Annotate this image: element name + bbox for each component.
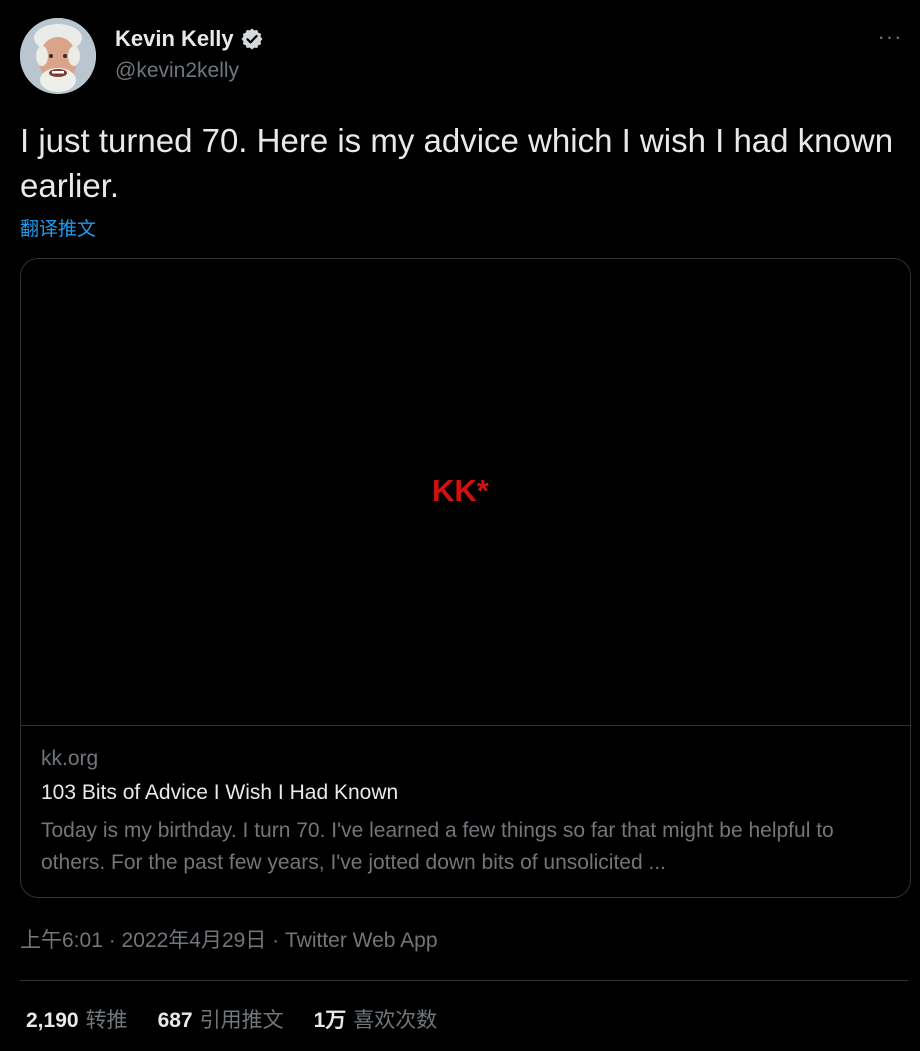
retweets-count: 2,190 (26, 1009, 79, 1032)
verified-badge-icon (241, 28, 263, 50)
more-horizontal-icon[interactable]: ··· (872, 24, 908, 50)
display-name[interactable]: Kevin Kelly (115, 26, 234, 52)
retweets-label: 转推 (85, 1009, 128, 1032)
avatar[interactable] (20, 18, 96, 94)
link-preview-card[interactable]: KK* kk.org 103 Bits of Advice I Wish I H… (20, 258, 911, 898)
translate-tweet-link[interactable]: 翻译推文 (20, 214, 96, 241)
tweet-header: Kevin Kelly @kevin2kelly ··· (20, 18, 908, 96)
tweet-date[interactable]: 2022年4月29日 (122, 929, 267, 952)
card-domain: kk.org (41, 747, 99, 770)
quote-tweets-stat[interactable]: 687 引用推文 (158, 1004, 284, 1034)
card-title: 103 Bits of Advice I Wish I Had Known (41, 781, 399, 804)
meta-separator: · (102, 929, 122, 952)
quote-tweets-count: 687 (157, 1009, 193, 1032)
engagement-stats: 2,190 转推 687 引用推文 1万 喜欢次数 (26, 1004, 467, 1034)
avatar-image (20, 18, 96, 94)
tweet-source[interactable]: Twitter Web App (285, 929, 438, 952)
name-row: Kevin Kelly (115, 26, 264, 52)
likes-label: 喜欢次数 (353, 1009, 438, 1032)
card-description: Today is my birthday. I turn 70. I've le… (41, 819, 834, 874)
tweet-text: I just turned 70. Here is my advice whic… (20, 122, 894, 204)
tweet-time[interactable]: 上午6:01 (20, 929, 103, 952)
quote-tweets-label: 引用推文 (199, 1009, 284, 1032)
tweet-metadata: 上午6:01 · 2022年4月29日 · Twitter Web App (20, 924, 438, 954)
likes-count: 1万 (313, 1009, 347, 1032)
retweets-stat[interactable]: 2,190 转推 (26, 1004, 128, 1034)
user-handle[interactable]: @kevin2kelly (115, 59, 239, 83)
tweet-detail: Kevin Kelly @kevin2kelly ··· I just turn… (0, 0, 920, 1051)
likes-stat[interactable]: 1万 喜欢次数 (314, 1004, 438, 1034)
card-logo: KK* (432, 473, 489, 508)
meta-separator: · (266, 929, 285, 952)
divider (20, 980, 908, 981)
card-image[interactable]: KK* (21, 259, 910, 726)
